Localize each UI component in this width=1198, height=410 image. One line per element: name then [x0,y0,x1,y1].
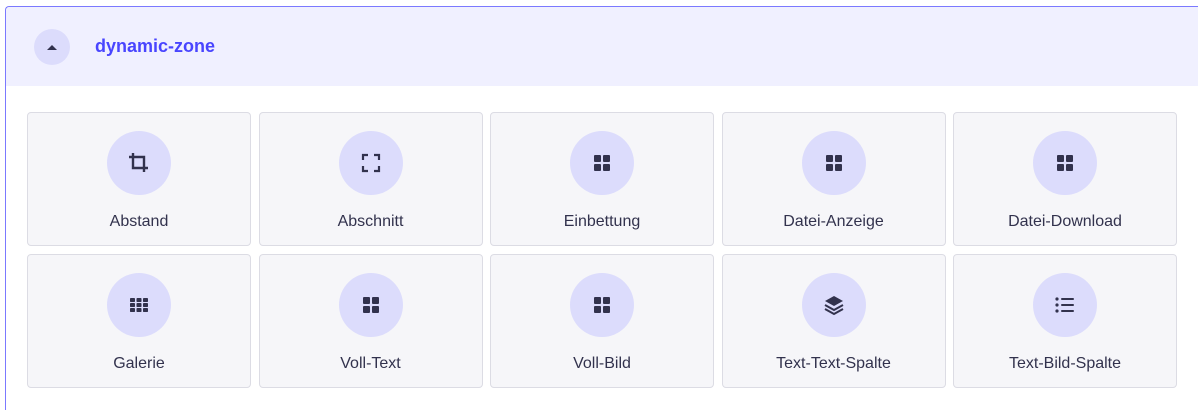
dynamic-zone-panel: dynamic-zone Abstand Abschnitt Einbettung D… [5,6,1198,410]
component-card-datei-download[interactable]: Datei-Download [953,112,1177,246]
component-card-text-text-spalte[interactable]: Text-Text-Spalte [721,254,946,388]
component-icon-circle [1033,131,1097,195]
component-card-abschnitt[interactable]: Abschnitt [258,112,483,246]
component-icon-circle [338,273,403,337]
component-icon-circle [338,131,403,195]
component-label: Abstand [109,213,169,230]
component-icon-circle [107,273,171,337]
component-card-voll-bild[interactable]: Voll-Bild [490,254,714,388]
caret-up-icon [47,44,57,50]
grid-icon [594,297,610,313]
grid-icon [362,297,379,313]
component-icon-circle [1033,273,1097,337]
dynamic-zone-title: dynamic-zone [95,36,216,56]
component-card-einbettung[interactable]: Einbettung [490,112,714,246]
component-icon-circle [801,273,866,337]
component-icon-circle [570,131,634,195]
component-label: Galerie [113,355,165,372]
list-icon [1055,297,1074,313]
component-card-text-bild-spalte[interactable]: Text-Bild-Spalte [953,254,1177,388]
layers-icon [824,296,843,316]
component-card-datei-anzeige[interactable]: Datei-Anzeige [721,112,946,246]
apps-icon [130,298,148,312]
grid-icon [825,155,842,171]
component-card-galerie[interactable]: Galerie [27,254,251,388]
dynamic-zone-header[interactable]: dynamic-zone [6,7,1198,86]
component-card-voll-text[interactable]: Voll-Text [258,254,483,388]
component-icon-circle [801,131,866,195]
expand-icon [361,153,380,173]
collapse-toggle-button[interactable] [34,28,70,65]
component-picker-grid: Abstand Abschnitt Einbettung Datei-Anzeige D… [27,112,1177,388]
component-label: Text-Bild-Spalte [1008,355,1122,372]
component-label: Voll-Bild [573,355,631,372]
component-label: Datei-Download [1008,213,1122,230]
component-label: Text-Text-Spalte [776,355,891,372]
grid-icon [1057,155,1073,171]
component-label: Datei-Anzeige [783,213,884,230]
component-icon-circle [107,131,171,195]
component-label: Abschnitt [337,213,404,230]
component-label: Einbettung [563,213,641,230]
component-icon-circle [570,273,634,337]
crop-icon [129,153,148,172]
component-label: Voll-Text [340,355,401,372]
component-card-abstand[interactable]: Abstand [27,112,251,246]
grid-icon [594,155,610,171]
